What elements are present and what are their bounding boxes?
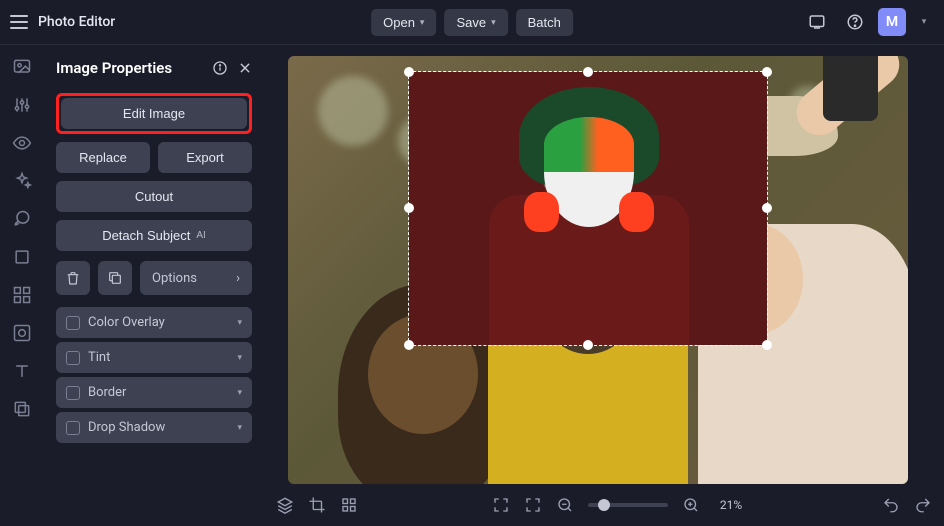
options-label: Options (152, 271, 197, 286)
replace-button[interactable]: Replace (56, 142, 150, 173)
crop-tool-icon[interactable] (12, 247, 32, 267)
delete-icon[interactable] (56, 261, 90, 295)
crop-toggle-icon[interactable] (308, 496, 326, 514)
open-label: Open (383, 15, 415, 30)
panel-title: Image Properties (56, 59, 172, 77)
chevron-down-icon: ▾ (420, 17, 425, 28)
resize-handle[interactable] (404, 340, 414, 350)
undo-icon[interactable] (882, 496, 900, 514)
chevron-down-icon: ▾ (237, 423, 242, 433)
export-button[interactable]: Export (158, 142, 252, 173)
avatar[interactable]: M (878, 8, 906, 36)
zoom-in-icon[interactable] (682, 496, 700, 514)
tint-label: Tint (88, 350, 110, 365)
detach-subject-label: Detach Subject (102, 228, 190, 243)
topbar: Photo Editor Open ▾ Save ▾ Batch M (0, 0, 944, 45)
text-tool-icon[interactable] (12, 361, 32, 381)
canvas-viewport[interactable] (264, 45, 944, 484)
batch-button[interactable]: Batch (516, 9, 573, 36)
grid-view-icon[interactable] (340, 496, 358, 514)
open-button[interactable]: Open ▾ (371, 9, 436, 36)
info-icon[interactable] (212, 60, 228, 76)
effects-tool-icon[interactable] (12, 171, 32, 191)
layers-tool-icon[interactable] (12, 399, 32, 419)
color-overlay-toggle[interactable]: Color Overlay ▾ (56, 307, 252, 338)
cutout-button[interactable]: Cutout (56, 181, 252, 212)
canvas-image[interactable] (288, 56, 908, 484)
resize-handle[interactable] (404, 203, 414, 213)
account-chevron-icon[interactable]: ▾ (914, 7, 934, 37)
checkbox-icon[interactable] (66, 421, 80, 435)
edit-image-highlight: Edit Image (56, 93, 252, 134)
chevron-down-icon: ▾ (237, 388, 242, 398)
image-properties-panel: Image Properties Edit Image Replace Expo… (44, 45, 264, 526)
resize-handle[interactable] (583, 340, 593, 350)
bottom-toolbar: 21% (264, 484, 944, 526)
chevron-down-icon: ▾ (491, 17, 496, 28)
checkbox-icon[interactable] (66, 386, 80, 400)
options-button[interactable]: Options › (140, 261, 252, 295)
drop-shadow-label: Drop Shadow (88, 420, 165, 435)
save-button[interactable]: Save ▾ (444, 9, 507, 36)
redo-icon[interactable] (914, 496, 932, 514)
tint-toggle[interactable]: Tint ▾ (56, 342, 252, 373)
menu-icon[interactable] (10, 15, 28, 29)
checkbox-icon[interactable] (66, 351, 80, 365)
border-label: Border (88, 385, 126, 400)
resize-handle[interactable] (583, 67, 593, 77)
zoom-slider[interactable] (588, 503, 668, 507)
draw-tool-icon[interactable] (12, 209, 32, 229)
visibility-tool-icon[interactable] (12, 133, 32, 153)
resize-handle[interactable] (404, 67, 414, 77)
zoom-slider-thumb[interactable] (598, 499, 610, 511)
help-icon[interactable] (840, 7, 870, 37)
app-title: Photo Editor (38, 14, 115, 30)
fullscreen-icon[interactable] (492, 496, 510, 514)
zoom-percent: 21% (714, 498, 748, 512)
duplicate-icon[interactable] (98, 261, 132, 295)
color-overlay-label: Color Overlay (88, 315, 165, 330)
batch-label: Batch (528, 15, 561, 30)
chevron-right-icon: › (236, 271, 240, 286)
save-label: Save (456, 15, 486, 30)
image-tool-icon[interactable] (12, 57, 32, 77)
layers-icon[interactable] (276, 496, 294, 514)
ai-badge: AI (196, 230, 205, 241)
resize-handle[interactable] (762, 67, 772, 77)
selection-box[interactable] (408, 71, 768, 346)
border-toggle[interactable]: Border ▾ (56, 377, 252, 408)
fit-screen-icon[interactable] (524, 496, 542, 514)
resize-handle[interactable] (762, 340, 772, 350)
chevron-down-icon: ▾ (237, 353, 242, 363)
feedback-icon[interactable] (802, 7, 832, 37)
adjust-tool-icon[interactable] (12, 95, 32, 115)
zoom-out-icon[interactable] (556, 496, 574, 514)
canvas-area: 21% (264, 45, 944, 526)
detach-subject-button[interactable]: Detach Subject AI (56, 220, 252, 251)
shapes-tool-icon[interactable] (12, 285, 32, 305)
close-icon[interactable] (238, 60, 252, 76)
tool-rail (0, 45, 44, 526)
edit-image-button[interactable]: Edit Image (61, 98, 247, 129)
drop-shadow-toggle[interactable]: Drop Shadow ▾ (56, 412, 252, 443)
resize-handle[interactable] (762, 203, 772, 213)
grid-tool-icon[interactable] (12, 323, 32, 343)
checkbox-icon[interactable] (66, 316, 80, 330)
chevron-down-icon: ▾ (237, 318, 242, 328)
pasted-layer[interactable] (409, 72, 767, 345)
